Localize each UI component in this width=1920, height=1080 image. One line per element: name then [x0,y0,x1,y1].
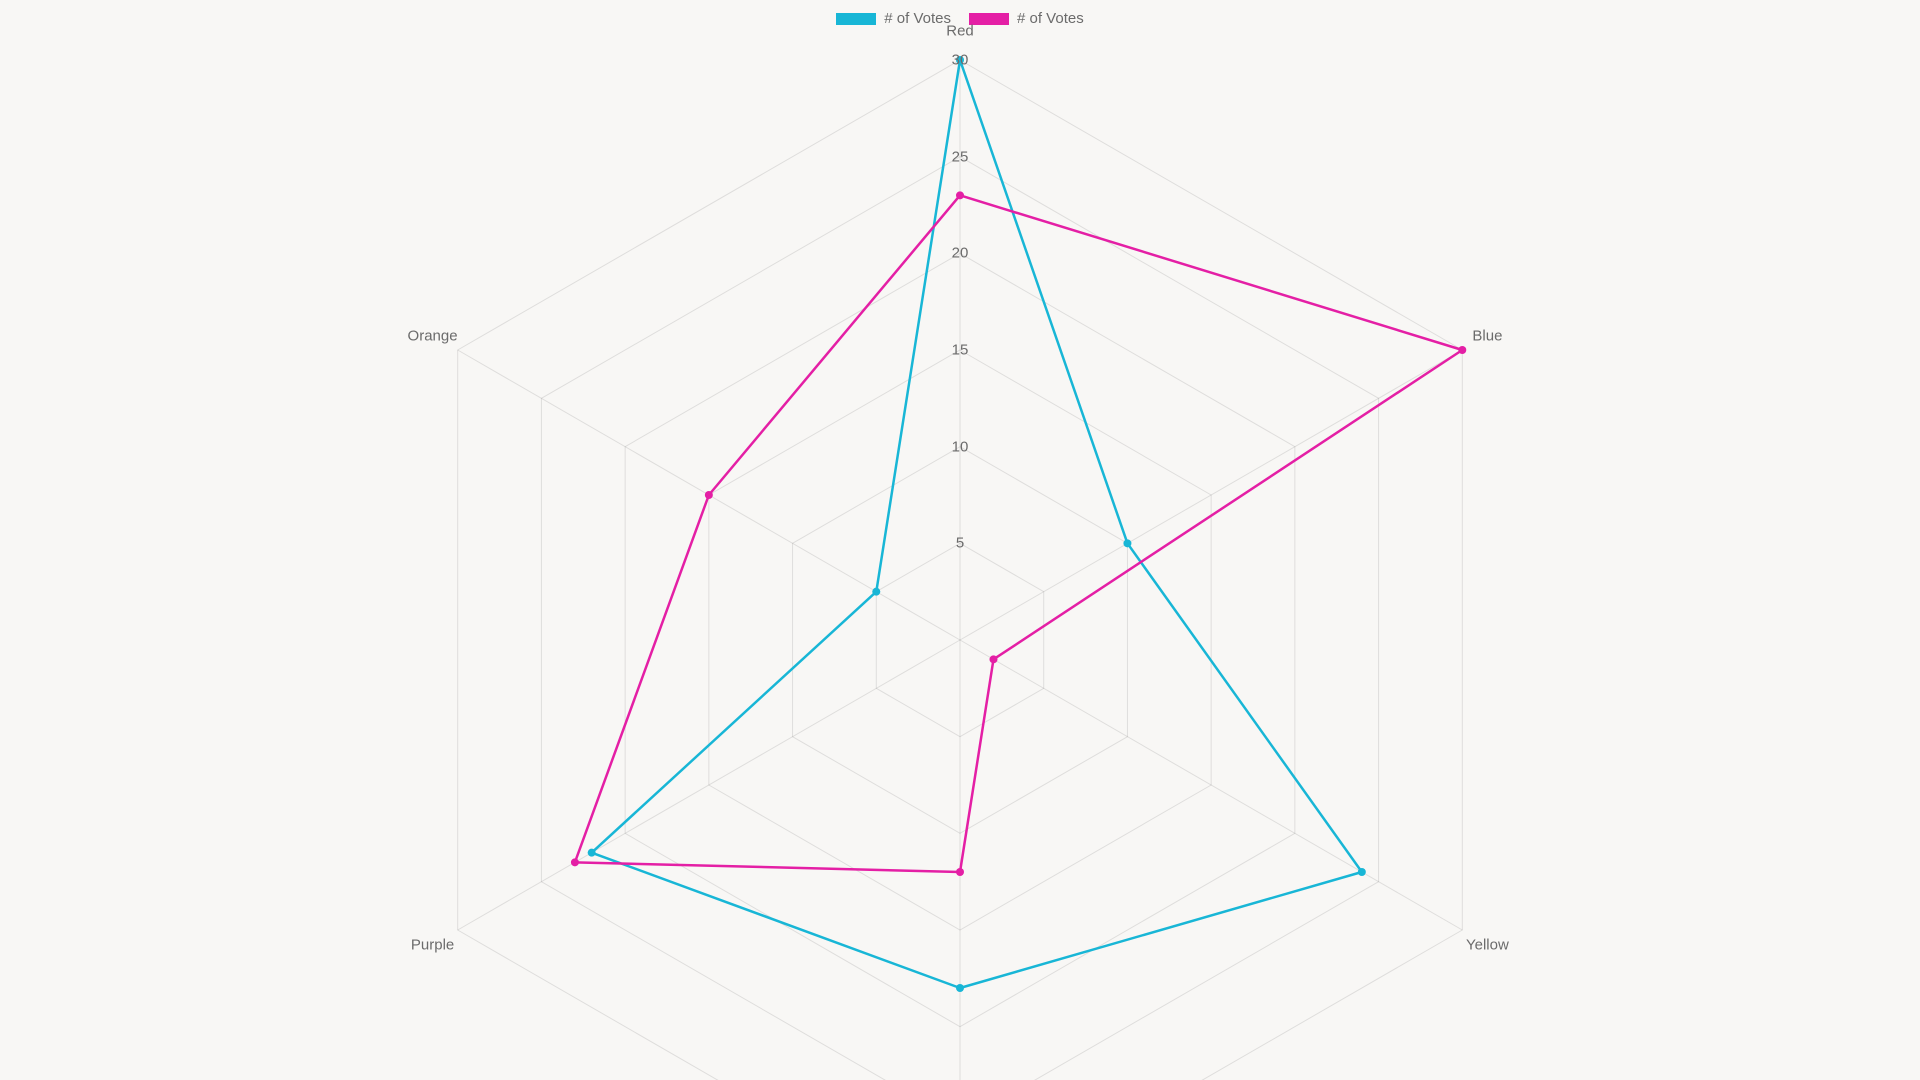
radar-chart: # of Votes # of Votes Red Blue Yellow Gr… [0,0,1920,1080]
axis-label-blue: Blue [1472,327,1502,344]
tick-label-30: 30 [952,52,969,69]
legend-label-1: # of Votes [884,10,951,27]
tick-label-15: 15 [952,342,969,359]
axis-label-yellow: Yellow [1466,936,1509,953]
legend-swatch-2 [969,13,1009,25]
axis-label-red: Red [946,23,974,40]
axis-label-orange: Orange [408,327,458,344]
tick-label-20: 20 [952,245,969,262]
tick-label-10: 10 [952,438,969,455]
legend-label-2: # of Votes [1017,10,1084,27]
legend-swatch-1 [836,13,876,25]
axis-label-purple: Purple [411,936,454,953]
legend-item-series-2[interactable]: # of Votes [969,10,1084,27]
tick-label-25: 25 [952,148,969,165]
tick-label-5: 5 [956,535,964,552]
legend-item-series-1[interactable]: # of Votes [836,10,951,27]
